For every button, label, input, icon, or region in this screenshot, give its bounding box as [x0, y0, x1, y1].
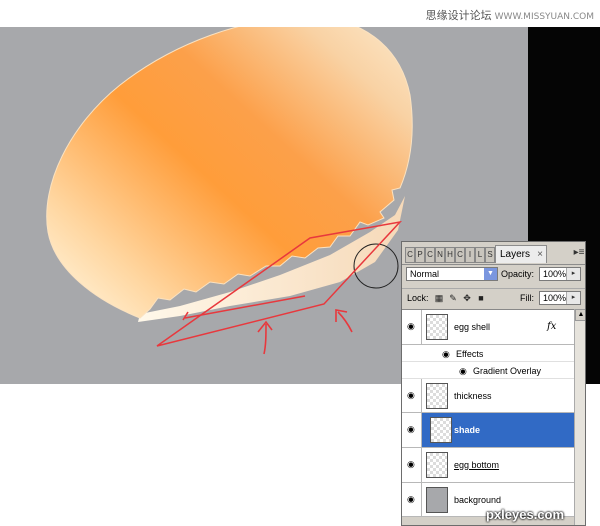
- visibility-toggle[interactable]: ◉: [402, 413, 422, 447]
- opacity-label: Opacity:: [501, 269, 535, 279]
- tab-mini-6[interactable]: C: [455, 247, 465, 263]
- lock-transparency-icon[interactable]: ▦: [434, 293, 444, 303]
- tab-layers[interactable]: Layers ×: [495, 245, 547, 263]
- tab-layers-label: Layers: [500, 249, 531, 260]
- lock-image-icon[interactable]: ✎: [448, 293, 458, 303]
- layer-thumbnail: [426, 452, 448, 478]
- watermark-bottom: pxleyes.com: [486, 507, 565, 522]
- lock-label: Lock:: [407, 293, 429, 303]
- layer-egg-bottom[interactable]: ◉ egg bottom: [402, 448, 574, 483]
- fill-label: Fill:: [520, 293, 534, 303]
- chevron-down-icon[interactable]: ▼: [484, 268, 497, 280]
- eye-icon: ◉: [407, 459, 415, 469]
- layer-name: background: [454, 495, 502, 505]
- layers-list: ◉ egg shell fx ◉ Effects ◉ Gradient Over…: [402, 309, 585, 525]
- watermark-top: 思缘设计论坛 WWW.MISSYUAN.COM: [426, 7, 594, 23]
- blend-mode-value: Normal: [410, 269, 440, 279]
- effects-label: Effects: [456, 349, 484, 359]
- eye-icon: ◉: [407, 390, 415, 400]
- layer-name: thickness: [454, 391, 492, 401]
- tab-mini-5[interactable]: H: [445, 247, 455, 263]
- tab-mini-8[interactable]: L: [475, 247, 485, 263]
- layer-thickness[interactable]: ◉ thickness: [402, 379, 574, 413]
- layer-egg-shell[interactable]: ◉ egg shell fx: [402, 310, 574, 345]
- layer-thumbnail: [426, 314, 448, 340]
- gradient-overlay-row[interactable]: ◉ Gradient Overlay: [402, 362, 574, 379]
- tab-mini-3[interactable]: C: [425, 247, 435, 263]
- annotation-arrow-up: [257, 320, 273, 355]
- watermark-strip: 思缘设计论坛 WWW.MISSYUAN.COM: [0, 0, 600, 27]
- watermark-url: WWW.MISSYUAN.COM: [494, 12, 594, 22]
- layers-panel: C P C N H C I L S Layers × ▸≡ Normal ▼ O…: [401, 241, 586, 526]
- layer-name: egg bottom: [454, 460, 500, 470]
- tab-mini-9[interactable]: S: [485, 247, 495, 263]
- eye-icon[interactable]: ◉: [459, 364, 467, 378]
- layer-thumbnail: [430, 417, 452, 443]
- panel-tabbar: C P C N H C I L S Layers × ▸≡: [402, 242, 585, 265]
- close-icon[interactable]: ×: [537, 246, 543, 264]
- lock-all-icon[interactable]: ■: [476, 293, 486, 303]
- layer-thumbnail: [426, 383, 448, 409]
- gradient-overlay-label: Gradient Overlay: [473, 366, 542, 376]
- visibility-toggle[interactable]: ◉: [402, 379, 422, 412]
- opacity-arrow-icon[interactable]: ▸: [566, 268, 580, 280]
- fill-field[interactable]: 100% ▸: [539, 291, 581, 305]
- layer-shade[interactable]: ◉ shade: [402, 413, 574, 448]
- fill-arrow-icon[interactable]: ▸: [566, 292, 580, 304]
- tab-mini-1[interactable]: C: [405, 247, 415, 263]
- layer-thumbnail: [426, 487, 448, 513]
- eye-icon: ◉: [407, 321, 415, 331]
- visibility-toggle[interactable]: ◉: [402, 310, 422, 344]
- layers-scrollbar[interactable]: ▲: [574, 309, 585, 525]
- layer-name: shade: [454, 425, 481, 435]
- tab-mini-4[interactable]: N: [435, 247, 445, 263]
- eye-icon: ◉: [407, 424, 415, 434]
- eye-icon: ◉: [407, 494, 415, 504]
- opacity-value: 100%: [543, 269, 567, 279]
- lock-fill-row: Lock: ▦ ✎ ✥ ■ Fill: 100% ▸: [402, 288, 585, 309]
- effects-row[interactable]: ◉ Effects: [402, 345, 574, 362]
- watermark-cn: 思缘设计论坛: [425, 9, 492, 22]
- blend-mode-select[interactable]: Normal ▼: [406, 267, 498, 281]
- panel-menu-icon[interactable]: ▸≡: [573, 246, 585, 260]
- tab-mini-2[interactable]: P: [415, 247, 425, 263]
- egg-shell-shape: [46, 16, 413, 319]
- visibility-toggle[interactable]: ◉: [402, 483, 422, 516]
- visibility-toggle[interactable]: ◉: [402, 448, 422, 482]
- fx-icon[interactable]: fx: [547, 321, 556, 332]
- lock-position-icon[interactable]: ✥: [462, 293, 472, 303]
- layer-name: egg shell: [454, 322, 491, 332]
- blend-opacity-row: Normal ▼ Opacity: 100% ▸: [402, 264, 585, 284]
- fill-value: 100%: [543, 293, 567, 303]
- opacity-field[interactable]: 100% ▸: [539, 267, 581, 281]
- scroll-up-icon[interactable]: ▲: [575, 309, 585, 321]
- annotation-arrow-diagonal: [335, 309, 353, 333]
- eye-icon[interactable]: ◉: [442, 347, 450, 361]
- tab-mini-7[interactable]: I: [465, 247, 475, 263]
